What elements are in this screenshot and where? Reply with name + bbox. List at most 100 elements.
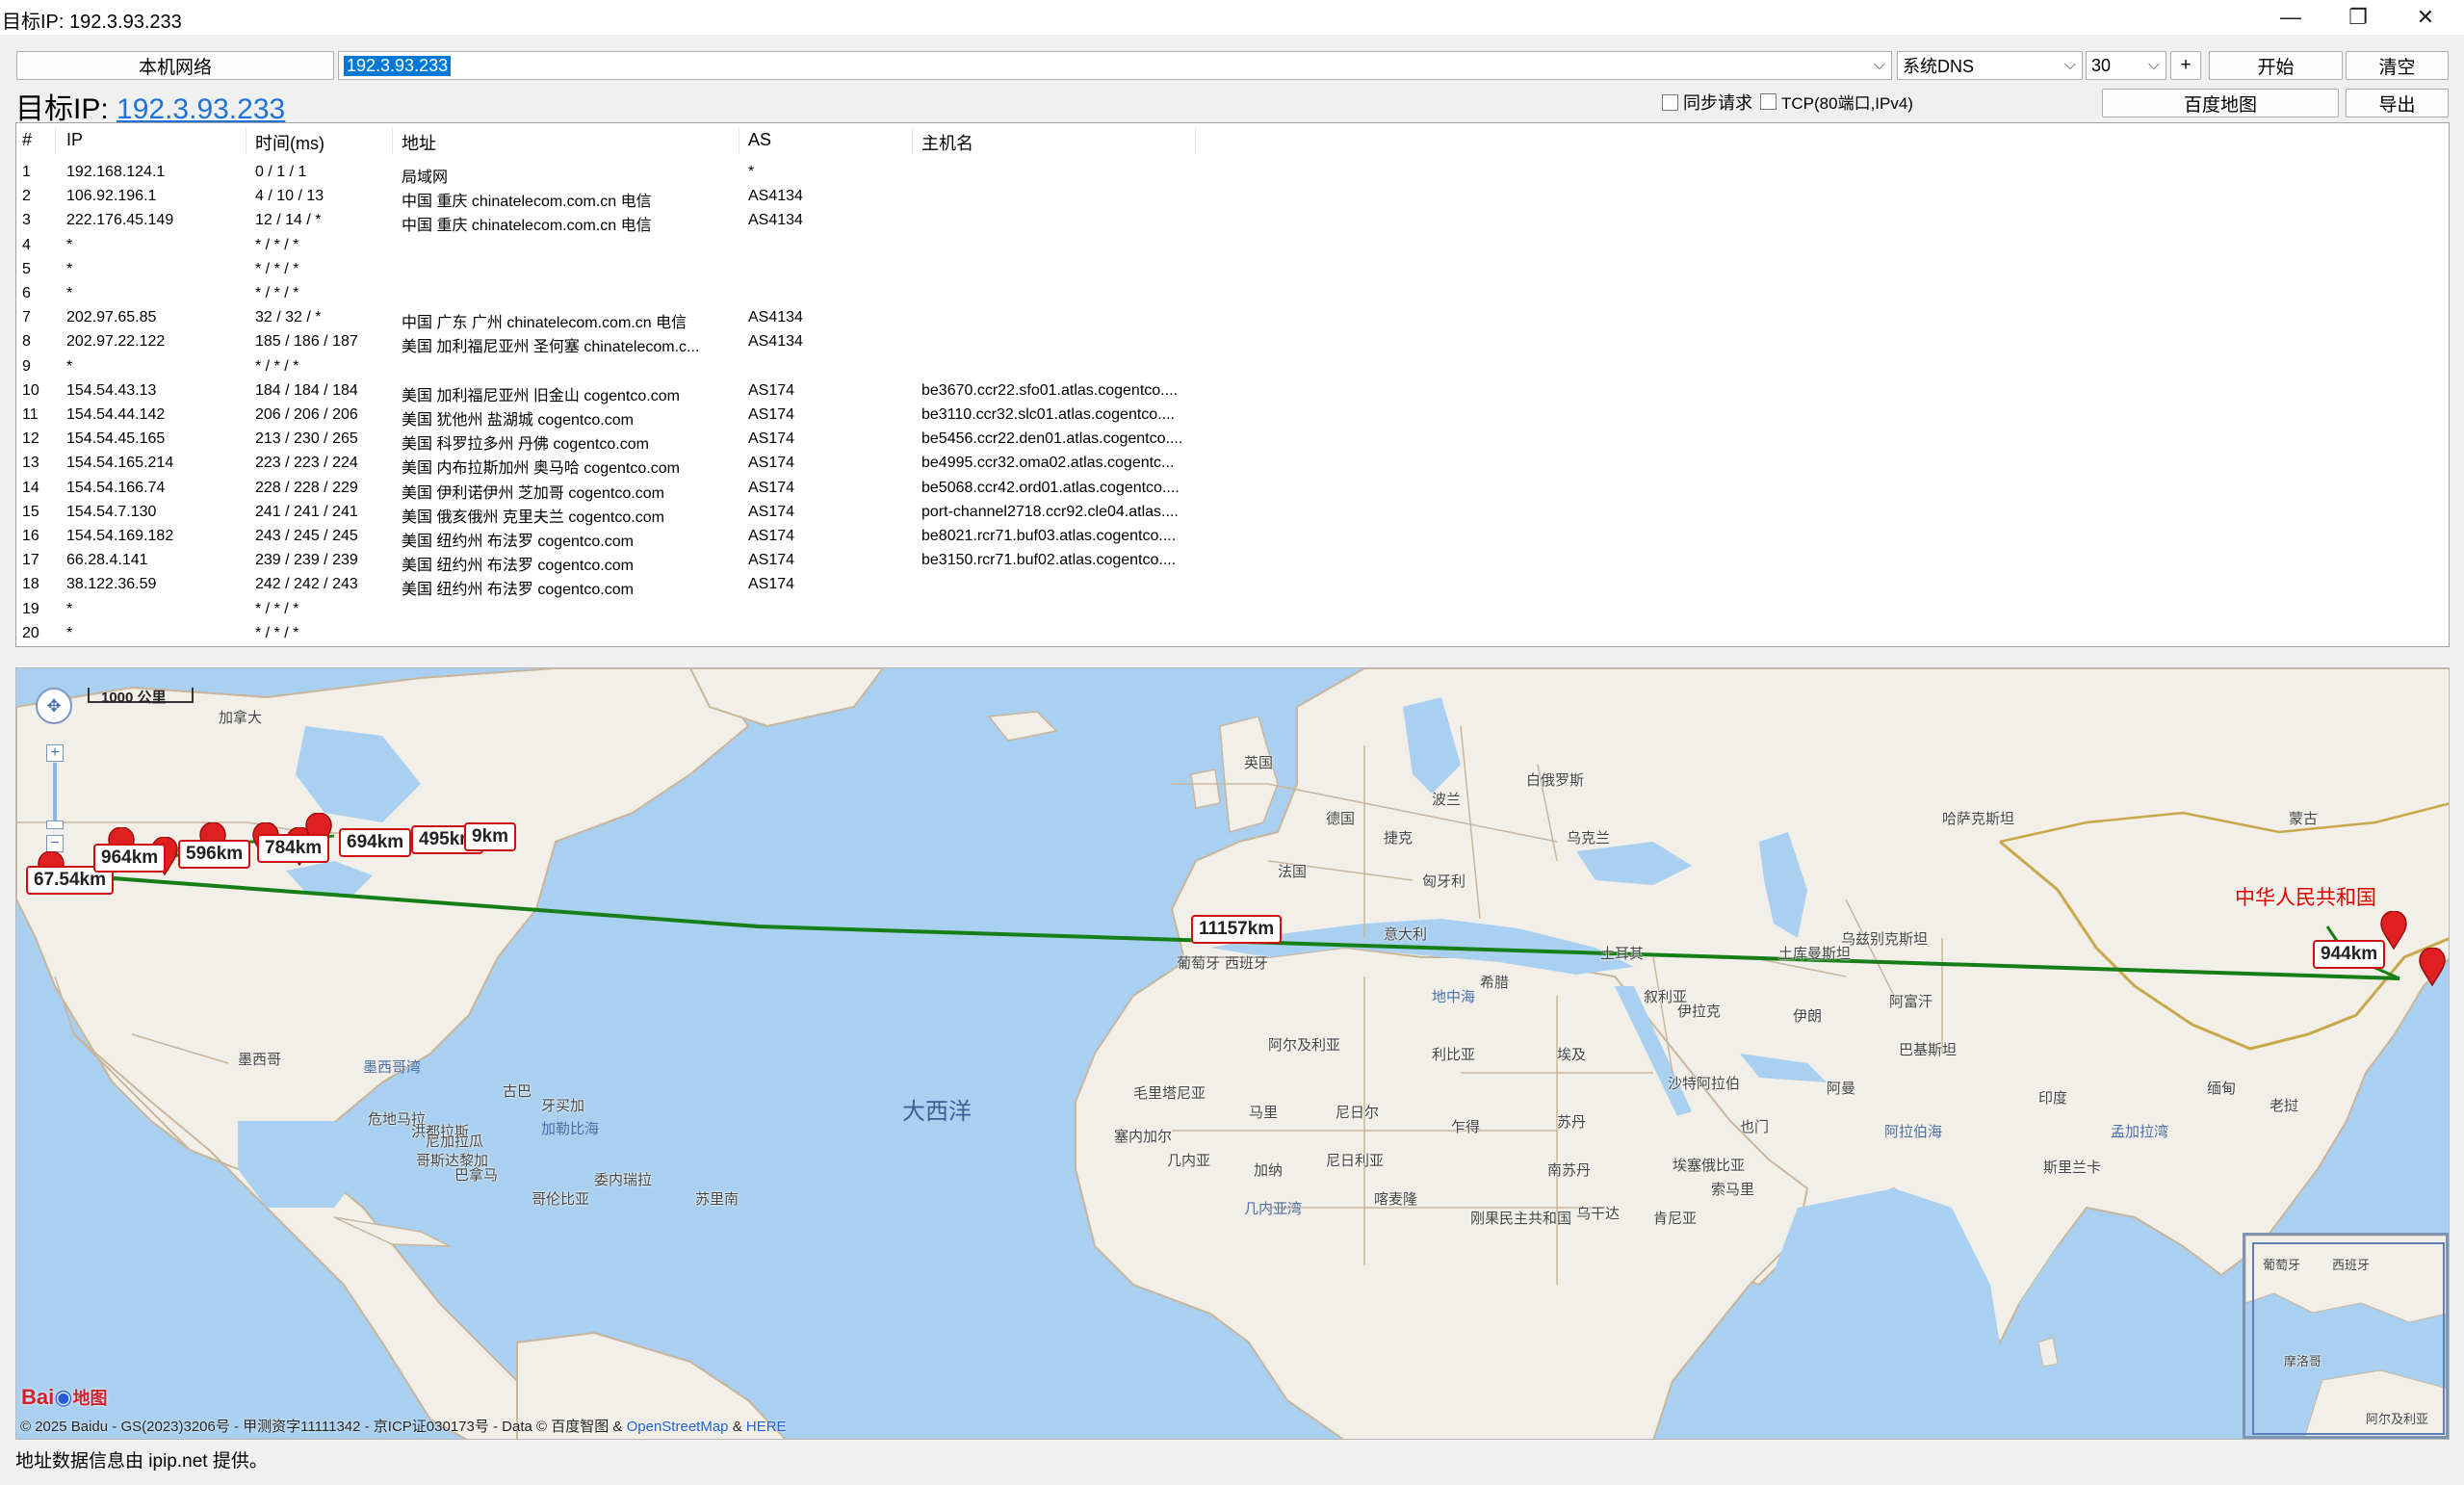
- table-cell: AS174: [748, 479, 795, 496]
- map-region-label: 加拿大: [219, 710, 263, 726]
- map-region-label: 乍得: [1451, 1119, 1481, 1135]
- zoom-out-button[interactable]: −: [46, 835, 64, 852]
- table-cell: be3670.ccr22.sfo01.atlas.cogentco....: [921, 381, 1178, 399]
- table-row[interactable]: 6 * * / * / *: [16, 283, 2449, 306]
- tcp-checkbox[interactable]: TCP(80端口,IPv4): [1760, 90, 1913, 114]
- zoom-handle[interactable]: [46, 821, 64, 829]
- table-cell: 206 / 206 / 206: [255, 406, 358, 423]
- map-region-label: 几内亚湾: [1244, 1201, 1303, 1217]
- target-ip-label: 目标IP:: [15, 93, 109, 125]
- add-button[interactable]: +: [2170, 51, 2201, 80]
- here-link[interactable]: HERE: [746, 1419, 787, 1435]
- table-row[interactable]: 4 * * / * / *: [16, 235, 2449, 258]
- pan-arrows-icon: ✥: [46, 695, 62, 716]
- table-cell: 38.122.36.59: [66, 576, 157, 593]
- table-row[interactable]: 15 154.54.7.130 241 / 241 / 241 美国 俄亥俄州 克里夫…: [16, 502, 2449, 526]
- table-cell: *: [66, 285, 73, 301]
- zoom-slider[interactable]: [53, 763, 57, 821]
- table-cell: 154.54.44.142: [66, 406, 166, 423]
- table-row[interactable]: 8 202.97.22.122 185 / 186 / 187 美国 加利福尼亚州 圣…: [16, 331, 2449, 355]
- table-cell: AS4134: [748, 188, 803, 205]
- table-cell: 15: [22, 503, 39, 520]
- table-row[interactable]: 14 154.54.166.74 228 / 228 / 229 美国 伊利诺伊州 芝…: [16, 478, 2449, 502]
- map-region-label: 埃塞俄比亚: [1673, 1158, 1746, 1174]
- table-cell: AS4134: [748, 333, 803, 351]
- table-row[interactable]: 16 154.54.169.182 243 / 245 / 245 美国 纽约州 布法…: [16, 526, 2449, 550]
- map-region-label: 古巴: [503, 1083, 532, 1100]
- column-header[interactable]: 地址: [402, 130, 436, 155]
- table-cell: 11: [22, 406, 39, 423]
- table-row[interactable]: 9 * * / * / *: [16, 356, 2449, 379]
- table-cell: AS174: [748, 576, 795, 593]
- table-row[interactable]: 13 154.54.165.214 223 / 223 / 224 美国 内布拉斯加州…: [16, 453, 2449, 477]
- distance-label: 784km: [257, 834, 330, 863]
- table-cell: 美国 纽约州 布法罗 cogentco.com: [402, 558, 634, 575]
- map-region-label: 意大利: [1384, 926, 1428, 943]
- max-hops-select[interactable]: 30 ⌵: [2086, 51, 2166, 80]
- table-row[interactable]: 10 154.54.43.13 184 / 184 / 184 美国 加利福尼亚州 旧…: [16, 380, 2449, 404]
- column-header[interactable]: AS: [748, 130, 771, 150]
- table-cell: 202.97.22.122: [66, 333, 166, 351]
- baidu-map-button[interactable]: 百度地图: [2102, 89, 2339, 117]
- map-region-label: 葡萄牙: [1177, 955, 1221, 972]
- china-label: 中华人民共和国: [2235, 887, 2376, 909]
- ip-input[interactable]: 192.3.93.233 ⌵: [338, 51, 1892, 80]
- local-network-button[interactable]: 本机网络: [16, 51, 334, 80]
- table-row[interactable]: 2 106.92.196.1 4 / 10 / 13 中国 重庆 chinatelec…: [16, 186, 2449, 211]
- table-cell: * / * / *: [255, 260, 299, 277]
- close-button[interactable]: ✕: [2392, 0, 2459, 35]
- column-separator[interactable]: [55, 127, 56, 154]
- table-cell: 美国 科罗拉多州 丹佛 cogentco.com: [402, 436, 649, 454]
- table-row[interactable]: 11 154.54.44.142 206 / 206 / 206 美国 犹他州 盐湖城…: [16, 404, 2449, 429]
- column-separator[interactable]: [392, 127, 393, 154]
- map-marker-icon[interactable]: [2419, 948, 2446, 986]
- table-cell: 213 / 230 / 265: [255, 430, 358, 448]
- table-row[interactable]: 19 * * / * / *: [16, 599, 2449, 622]
- osm-link[interactable]: OpenStreetMap: [627, 1419, 729, 1435]
- table-row[interactable]: 5 * * / * / *: [16, 259, 2449, 282]
- minimize-button[interactable]: —: [2257, 0, 2324, 35]
- column-header[interactable]: 主机名: [921, 130, 973, 155]
- table-row[interactable]: 18 38.122.36.59 242 / 242 / 243 美国 纽约州 布法罗 …: [16, 574, 2449, 598]
- table-row[interactable]: 7 202.97.65.85 32 / 32 / * 中国 广东 广州 chinate…: [16, 307, 2449, 331]
- table-cell: 106.92.196.1: [66, 188, 157, 205]
- export-button[interactable]: 导出: [2346, 89, 2449, 117]
- map-region-label: 捷克: [1384, 830, 1414, 847]
- map-region-label: 塞内加尔: [1114, 1129, 1173, 1145]
- table-cell: 美国 加利福尼亚州 旧金山 cogentco.com: [402, 387, 680, 404]
- table-row[interactable]: 3 222.176.45.149 12 / 14 / * 中国 重庆 chinatel…: [16, 210, 2449, 234]
- column-separator[interactable]: [1195, 127, 1196, 154]
- map-region-label: 地中海: [1432, 989, 1476, 1005]
- table-cell: 18: [22, 576, 39, 593]
- baidu-logo: Bai◉地图: [21, 1385, 108, 1409]
- restore-button[interactable]: ❐: [2324, 0, 2392, 35]
- column-header[interactable]: IP: [66, 130, 83, 150]
- target-ip-link[interactable]: 192.3.93.233: [117, 93, 285, 125]
- clear-button[interactable]: 清空: [2346, 51, 2449, 80]
- table-cell: 154.54.43.13: [66, 381, 157, 399]
- start-button[interactable]: 开始: [2209, 51, 2343, 80]
- trace-table[interactable]: # IP 时间(ms) 地址 AS 主机名 1 192.168.124.1 0 / 1 / 1…: [15, 122, 2450, 647]
- zoom-in-button[interactable]: +: [46, 744, 64, 762]
- column-header[interactable]: 时间(ms): [255, 130, 324, 155]
- table-cell: *: [66, 236, 73, 253]
- sync-request-checkbox[interactable]: 同步请求: [1662, 90, 1752, 115]
- map-region-label: 乌兹别克斯坦: [1841, 931, 1929, 948]
- table-row[interactable]: 20 * * / * / *: [16, 623, 2449, 646]
- map-pan-control[interactable]: ✥: [36, 688, 72, 724]
- table-row[interactable]: 17 66.28.4.141 239 / 239 / 239 美国 纽约州 布法罗 c…: [16, 550, 2449, 575]
- column-separator[interactable]: [912, 127, 913, 154]
- table-cell: AS4134: [748, 309, 803, 326]
- table-row[interactable]: 12 154.54.45.165 213 / 230 / 265 美国 科罗拉多州 丹…: [16, 429, 2449, 454]
- status-bar: 地址数据信息由 ipip.net 提供。: [15, 1451, 268, 1472]
- overview-map[interactable]: 葡萄牙 西班牙 摩洛哥 阿尔及利亚: [2243, 1233, 2449, 1439]
- table-cell: 中国 重庆 chinatelecom.com.cn 电信: [402, 194, 652, 211]
- map-region-label: 埃及: [1557, 1047, 1587, 1063]
- baidu-map[interactable]: ✥ + − 1000 公里 加拿大 英国 法国 德国 波兰 白俄罗斯 捷克 乌克兰 匈牙利 哈萨克…: [15, 667, 2450, 1440]
- map-region-label: 土库曼斯坦: [1778, 946, 1852, 962]
- table-row[interactable]: 1 192.168.124.1 0 / 1 / 1 局域网 *: [16, 162, 2449, 186]
- dns-select[interactable]: 系统DNS ⌵: [1897, 51, 2083, 80]
- table-cell: * / * / *: [255, 600, 299, 617]
- column-header[interactable]: #: [22, 130, 32, 150]
- table-cell: 154.54.169.182: [66, 528, 174, 544]
